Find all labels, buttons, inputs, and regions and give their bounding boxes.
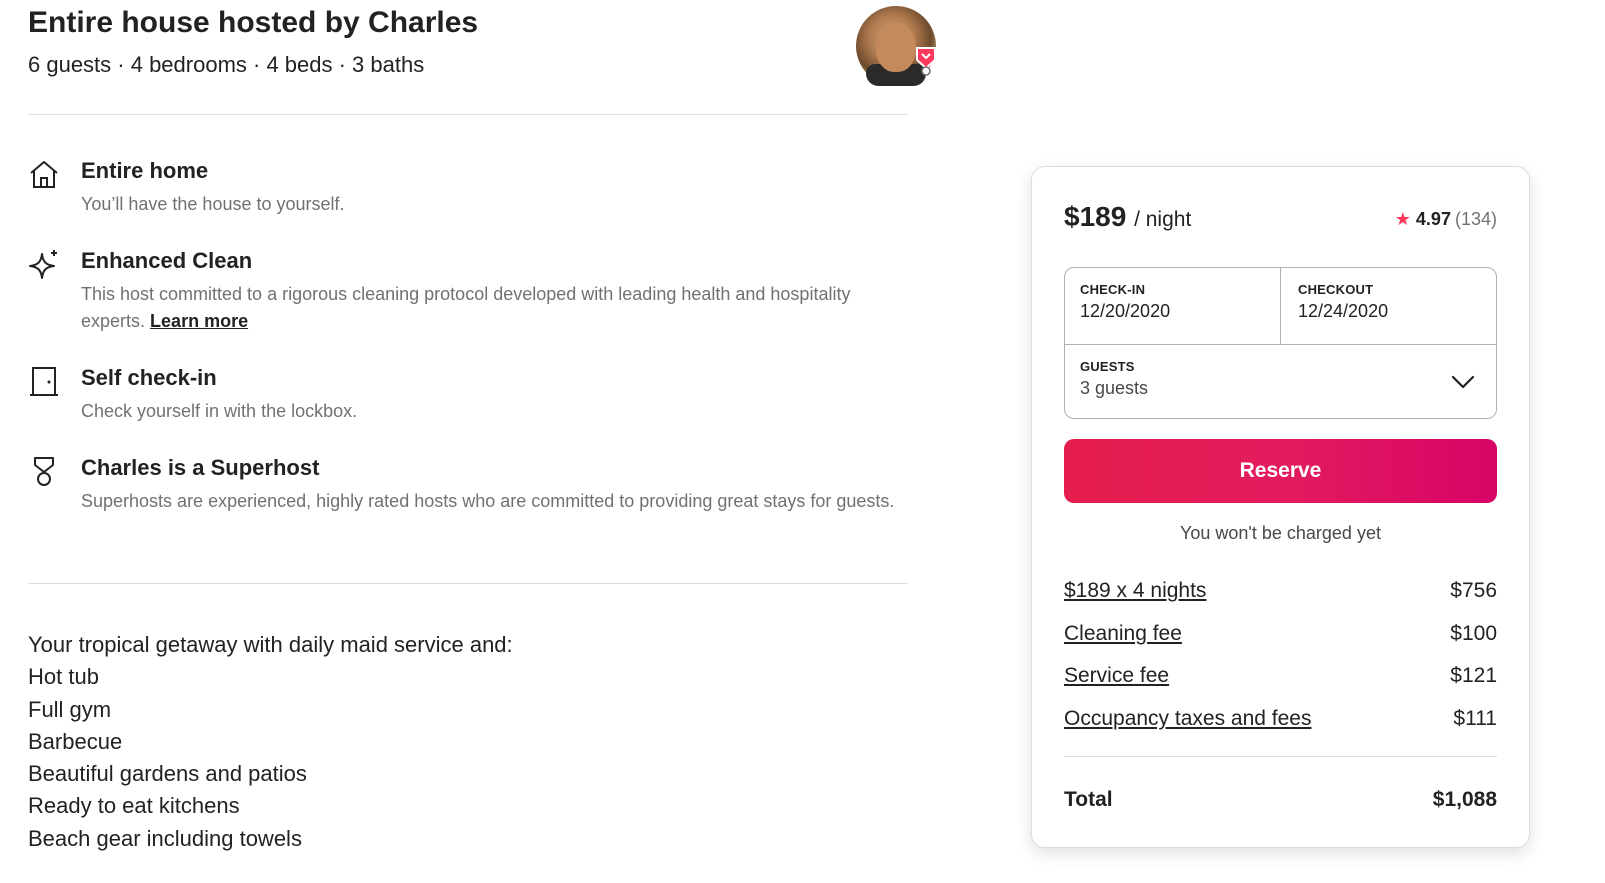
price-amount: $189 — [1064, 201, 1127, 232]
amenity-item: Beach gear including towels — [28, 825, 302, 851]
line-item-amount: $756 — [1450, 579, 1497, 602]
nightly-price: $189 / night — [1064, 201, 1191, 233]
reserve-button[interactable]: Reserve — [1064, 439, 1497, 503]
line-item-label[interactable]: $189 x 4 nights — [1064, 579, 1206, 603]
line-item-label[interactable]: Occupancy taxes and fees — [1064, 707, 1311, 731]
star-icon: ★ — [1394, 209, 1411, 229]
rating[interactable]: ★ 4.97 (134) — [1395, 209, 1497, 230]
line-item-amount: $100 — [1450, 622, 1497, 645]
no-charge-notice: You won't be charged yet — [1180, 523, 1381, 543]
checkout-field[interactable]: CHECKOUT 12/24/2020 — [1281, 268, 1498, 344]
total-amount: $1,088 — [1432, 788, 1497, 811]
line-item-amount: $121 — [1450, 664, 1497, 687]
line-item-label[interactable]: Service fee — [1064, 664, 1169, 688]
avatar-face — [876, 22, 916, 72]
guests-field[interactable]: GUESTS 3 guests — [1065, 344, 1496, 418]
guests-label: GUESTS — [1080, 359, 1135, 374]
line-item-label[interactable]: Cleaning fee — [1064, 622, 1182, 646]
description-intro: Your tropical getaway with daily maid se… — [28, 632, 513, 657]
listing-description: Your tropical getaway with daily maid se… — [28, 629, 513, 855]
sparkle-icon — [29, 250, 57, 279]
host-avatar[interactable] — [856, 6, 936, 86]
checkin-field[interactable]: CHECK-IN 12/20/2020 — [1065, 268, 1281, 344]
chevron-down-icon[interactable] — [1450, 369, 1476, 395]
price-line-item: Service fee $121 — [1064, 664, 1497, 688]
feature-title: Self check-in — [81, 365, 217, 390]
price-unit: / night — [1134, 208, 1192, 231]
feature-title: Enhanced Clean — [81, 248, 253, 273]
price-line-item: Cleaning fee $100 — [1064, 622, 1497, 646]
checkin-label: CHECK-IN — [1080, 282, 1146, 297]
price-line-item: $189 x 4 nights $756 — [1064, 579, 1497, 603]
checkin-value: 12/20/2020 — [1080, 301, 1171, 321]
amenity-item: Hot tub — [28, 664, 99, 690]
feature-description: You’ll have the house to yourself. — [81, 194, 345, 214]
checkout-label: CHECKOUT — [1298, 282, 1374, 297]
feature-description: Superhosts are experienced, highly rated… — [81, 491, 895, 511]
feature-description: This host committed to a rigorous cleani… — [81, 281, 911, 335]
total-label: Total — [1064, 788, 1113, 811]
medal-icon — [34, 457, 54, 486]
door-icon — [30, 367, 58, 396]
checkout-value: 12/24/2020 — [1298, 301, 1389, 321]
amenity-item: Ready to eat kitchens — [28, 793, 240, 819]
superhost-badge-icon — [916, 47, 936, 76]
rating-score: 4.97 — [1415, 209, 1451, 229]
total-row: Total $1,088 — [1064, 788, 1497, 812]
amenity-item: Beautiful gardens and patios — [28, 761, 307, 787]
amenity-item: Barbecue — [28, 728, 123, 754]
date-guest-picker: CHECK-IN 12/20/2020 CHECKOUT 12/24/2020 … — [1064, 267, 1497, 419]
feature-description: Check yourself in with the lockbox. — [81, 401, 358, 421]
card-divider — [1064, 756, 1497, 757]
feature-title: Charles is a Superhost — [81, 455, 320, 480]
line-item-amount: $111 — [1453, 707, 1497, 730]
section-divider — [28, 583, 908, 584]
booking-card: $189 / night ★ 4.97 (134) CHECK-IN 12/20… — [1031, 166, 1530, 848]
feature-title: Entire home — [81, 158, 209, 183]
listing-summary: 6 guests · 4 bedrooms · 4 beds · 3 baths — [28, 52, 425, 77]
house-icon — [30, 161, 58, 188]
price-line-item: Occupancy taxes and fees $111 — [1064, 707, 1497, 731]
guests-value: 3 guests — [1080, 378, 1149, 398]
section-divider — [28, 114, 908, 115]
amenity-item: Full gym — [28, 696, 112, 722]
review-count: (134) — [1454, 209, 1497, 229]
learn-more-link[interactable]: Learn more — [150, 311, 248, 331]
listing-title: Entire house hosted by Charles — [28, 6, 479, 39]
